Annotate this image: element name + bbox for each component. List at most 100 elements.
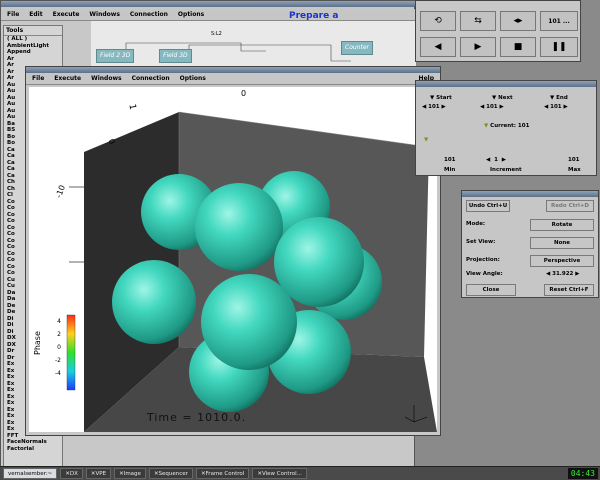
menu-file[interactable]: File [32,75,44,82]
set-view-label: Set View: [466,239,496,245]
increment-value: 1 [494,157,498,163]
colorbar-tick: 2 [57,331,61,338]
pause-button[interactable]: ❚❚ [540,37,578,57]
menu-execute[interactable]: Execute [54,75,81,82]
task-sequencer[interactable]: ✕ Sequencer [148,468,193,479]
network-node[interactable]: Field 2 3D [96,49,135,63]
mode-label: Mode: [466,221,486,227]
redo-button[interactable]: Redo Ctrl+D [546,200,594,212]
task-terminal[interactable]: vernalsember:~ [3,468,58,479]
projection-value: Perspective [543,258,581,264]
colorbar-ticks: 4 2 0 -2 -4 [39,315,61,380]
projection-label: Projection: [466,257,500,263]
frame-control-titlebar[interactable] [416,81,596,87]
tools-header: Tools [4,26,62,36]
max-label: Max [568,167,581,173]
network-node[interactable]: Counter [341,41,373,55]
start-label: ▼ Start [430,95,452,101]
task-vpe[interactable]: ✕ VPE [85,468,112,479]
frame-control-window: ▼ Start ▼ Next ▼ End ◀ 101 ▶ ◀ 101 ▶ ◀ 1… [415,80,597,176]
start-label-text: Start [436,95,452,101]
menu-connection[interactable]: Connection [130,11,168,18]
palindrome-icon: ◂▸ [513,16,523,26]
min-value: 101 [444,157,456,163]
editor-menubar: File Edit Execute Windows Connection Opt… [1,9,415,21]
range-marker-icon: ▼ [424,137,429,143]
next-value: 101 [486,104,498,110]
mode-select[interactable]: Rotate [530,219,594,231]
menu-execute[interactable]: Execute [53,11,80,18]
editor-titlebar[interactable] [1,1,415,7]
menu-options[interactable]: Options [178,11,204,18]
next-stepper[interactable]: ◀ 101 ▶ [480,104,504,110]
max-value: 101 [568,157,580,163]
view-control-titlebar[interactable] [462,191,598,197]
play-backward-icon: ◀ [434,42,442,52]
sequencer-window: ⟲ ⇆ ◂▸ 101 ... ◀ ▶ ■ ❚❚ [415,0,581,62]
projection-select[interactable]: Perspective [530,255,594,267]
play-forward-icon: ▶ [474,42,482,52]
render-scene [66,111,437,432]
set-view-select[interactable]: None [530,237,594,249]
colorbar-label: Phase [33,331,42,355]
task-frame-control[interactable]: ✕ Frame Control [195,468,250,479]
loop-button[interactable]: ⟲ [420,11,456,31]
step-button[interactable]: ⇆ [460,11,496,31]
image-window: File Execute Windows Connection Options … [25,66,441,436]
mode-value: Rotate [551,222,573,228]
menu-connection[interactable]: Connection [132,75,170,82]
network-node-small[interactable]: S:L2 [211,31,222,37]
image-menubar: File Execute Windows Connection Options [26,73,440,85]
frame-number: 101 [548,17,561,25]
set-view-value: None [553,240,571,246]
network-canvas[interactable]: Field 2 3D Field 3D Counter S:L2 [91,21,416,66]
frame-menu[interactable]: ... [563,18,570,25]
colorbar-tick: 4 [57,318,61,325]
loop-icon: ⟲ [434,16,442,26]
task-label: View Control... [261,470,302,477]
undo-button[interactable]: Undo Ctrl+U [466,200,510,212]
frame-display[interactable]: 101 ... [540,11,578,31]
close-button[interactable]: Close [466,284,516,296]
tool-item[interactable]: Factorial [7,446,62,453]
current-marker-icon: ▼ [484,123,489,129]
menu-windows[interactable]: Windows [89,11,119,18]
current-frame: ▼ Current: 101 [484,123,529,129]
play-backward-button[interactable]: ◀ [420,37,456,57]
view-control-window: Undo Ctrl+U Redo Ctrl+D Mode: Rotate Set… [461,190,599,298]
taskbar: vernalsember:~ ✕ DX ✕ VPE ✕ Image ✕ Sequ… [0,466,600,480]
start-stepper[interactable]: ◀ 101 ▶ [422,104,446,110]
view-angle-stepper[interactable]: ◀ 31.922 ▶ [546,271,580,277]
play-forward-button[interactable]: ▶ [460,37,496,57]
stop-button[interactable]: ■ [500,37,536,57]
task-label: DX [69,470,78,477]
end-value: 101 [550,104,562,110]
menu-windows[interactable]: Windows [91,75,121,82]
next-label: ▼ Next [492,95,513,101]
task-dx[interactable]: ✕ DX [60,468,83,479]
task-label: Sequencer [158,470,188,477]
menu-edit[interactable]: Edit [29,11,42,18]
pause-icon: ❚❚ [551,42,567,52]
increment-label: Increment [490,167,522,173]
start-value: 101 [428,104,440,110]
end-label: ▼ End [550,95,568,101]
task-label: Frame Control [205,470,245,477]
next-label-text: Next [498,95,513,101]
reset-button[interactable]: Reset Ctrl+F [544,284,594,296]
task-view-control[interactable]: ✕ View Control... [252,468,307,479]
end-stepper[interactable]: ◀ 101 ▶ [544,104,568,110]
time-label: Time = 1010.0. [147,411,247,424]
menu-file[interactable]: File [7,11,19,18]
menu-options[interactable]: Options [180,75,206,82]
task-image[interactable]: ✕ Image [114,468,146,479]
view-angle-label: View Angle: [466,271,503,277]
network-node[interactable]: Field 3D [159,49,192,63]
increment-stepper[interactable]: ◀ 1 ▶ [486,157,506,163]
render-viewport[interactable]: 4 2 0 -2 -4 Phase Time = 1010.0. 1 0 0 -… [29,87,437,432]
annotation-text: Prepare a [289,11,339,21]
palindrome-button[interactable]: ◂▸ [500,11,536,31]
step-icon: ⇆ [474,16,482,26]
colorbar-tick: 0 [57,344,61,351]
min-label: Min [444,167,456,173]
